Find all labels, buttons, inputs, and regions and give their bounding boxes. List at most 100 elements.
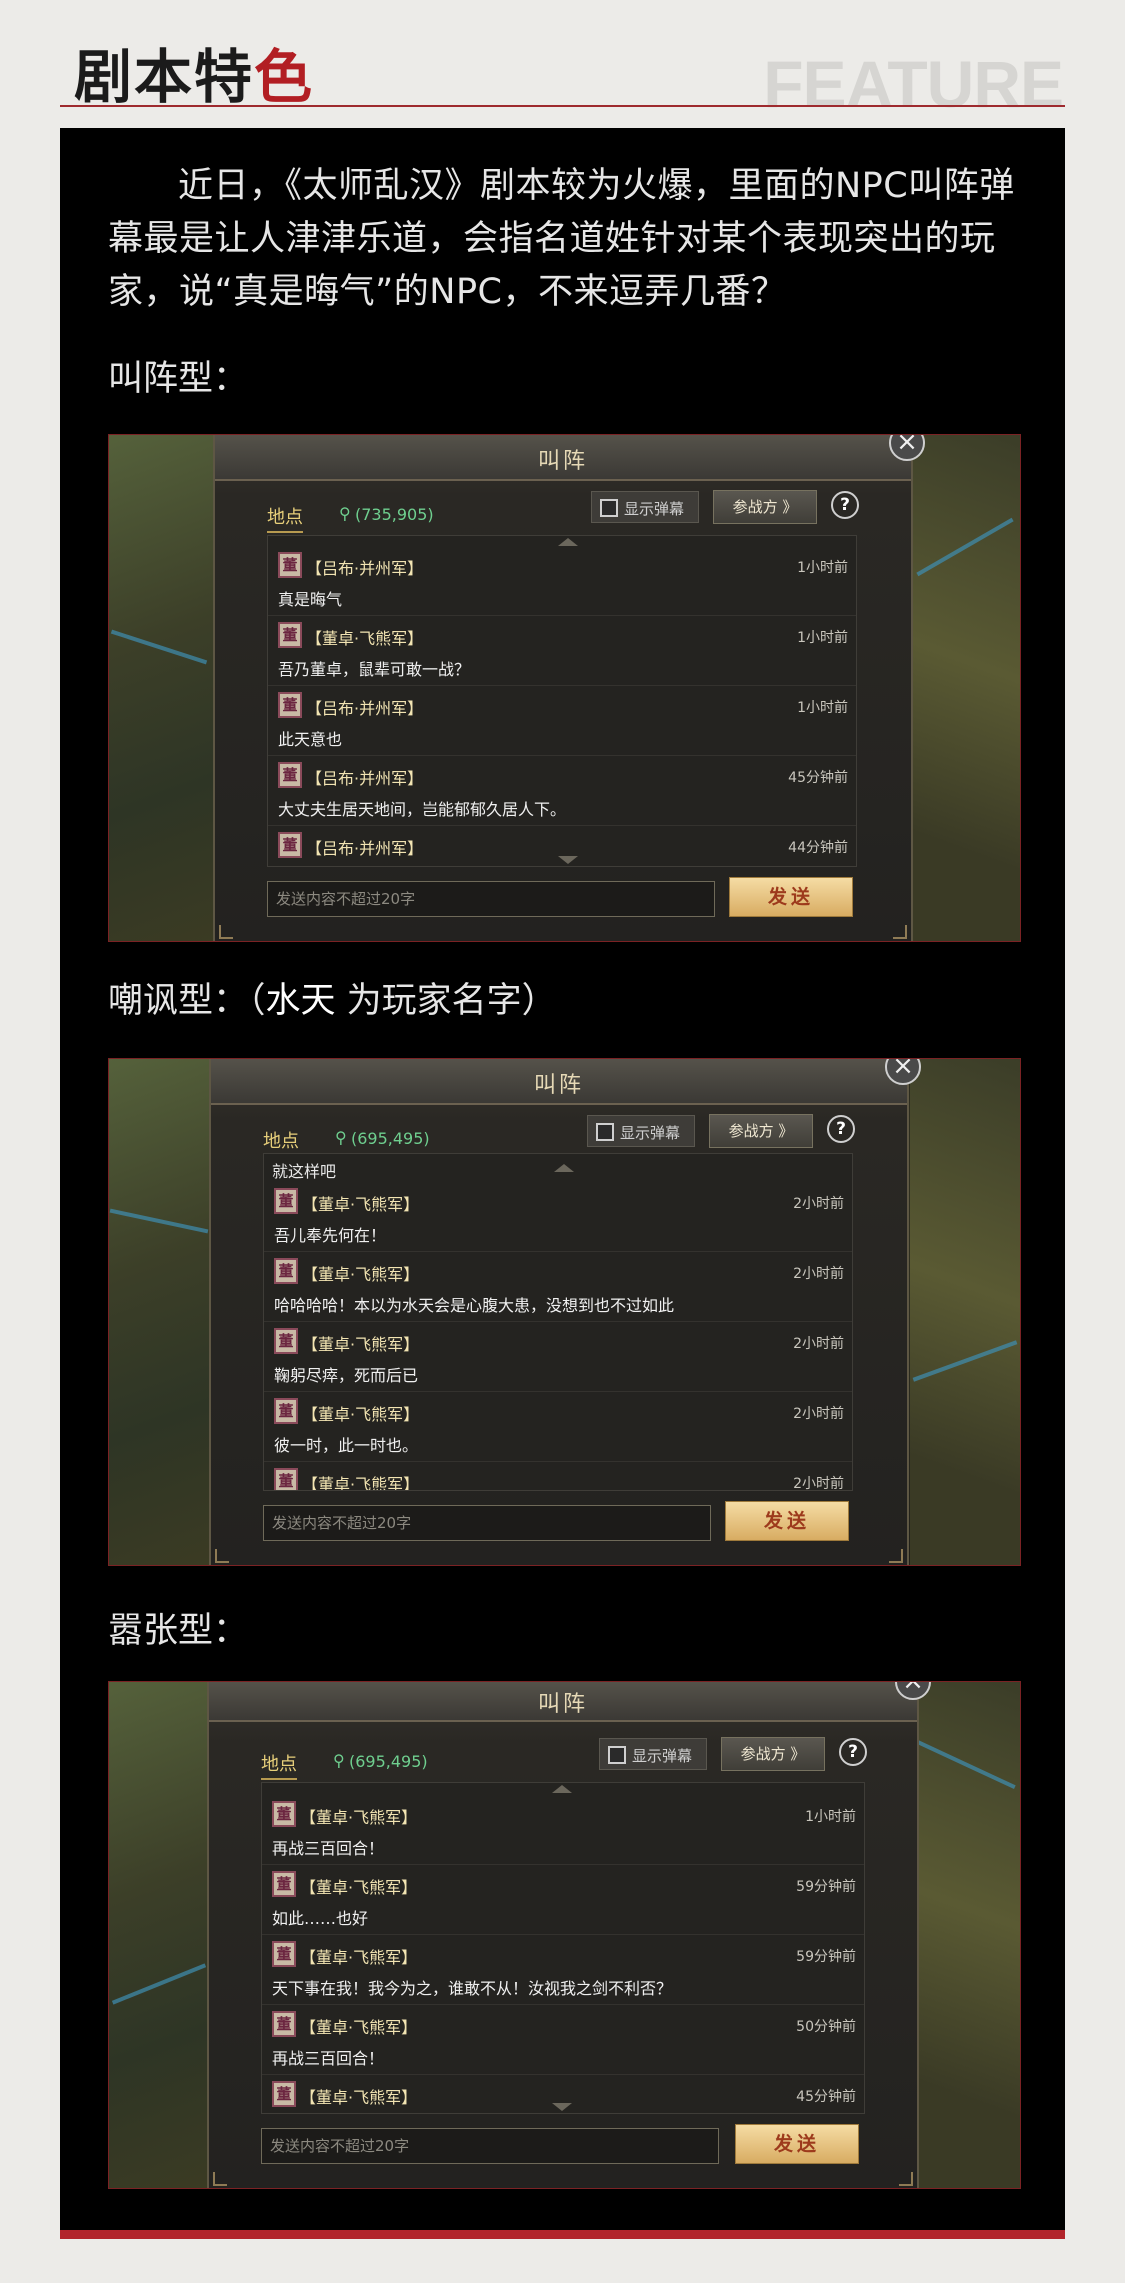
list-item: 董 【董卓·飞熊军】 59分钟前 如此……也好 xyxy=(262,1865,864,1935)
list-item: 董 【吕布·并州军】 1小时前 此天意也 xyxy=(268,686,856,756)
message-sender: 【董卓·飞熊军】 xyxy=(302,1335,420,1354)
location-coords[interactable]: (735,905) xyxy=(355,505,434,524)
page-title: 剧本特色 xyxy=(74,30,314,114)
message-sender: 【吕布·并州军】 xyxy=(306,839,424,858)
avatar: 董 xyxy=(278,832,302,858)
help-button[interactable]: ? xyxy=(827,1115,855,1143)
location-pin-icon: ⚲ xyxy=(333,1751,345,1770)
send-button[interactable]: 发送 xyxy=(735,2124,859,2164)
message-time: 1小时前 xyxy=(797,630,848,646)
show-danmu-toggle[interactable]: 显示弹幕 xyxy=(587,1115,695,1147)
avatar: 董 xyxy=(278,692,302,718)
message-text: 吾乃董卓，鼠辈可敢一战？ xyxy=(278,660,471,679)
corner-ornament xyxy=(889,1549,903,1563)
label-text: 为玩家名字） xyxy=(335,981,557,1021)
avatar: 董 xyxy=(272,1871,296,1897)
challenge-dialog: 叫阵 × 地点 ⚲ (695,495) 显示弹幕 参战方 》 ? 董 【董卓·飞… xyxy=(207,1682,931,2188)
message-list[interactable]: 董 【吕布·并州军】 1小时前 真是晦气 董 【董卓·飞熊军】 1小时前 吾乃董… xyxy=(267,535,857,867)
danmu-label: 显示弹幕 xyxy=(620,1124,681,1142)
message-time: 1小时前 xyxy=(797,700,848,716)
scroll-down-icon[interactable] xyxy=(552,2103,572,2111)
message-sender: 【董卓·飞熊军】 xyxy=(300,2088,418,2107)
scroll-up-icon[interactable] xyxy=(552,1785,572,1793)
message-sender: 【董卓·飞熊军】 xyxy=(300,1878,418,1897)
page-header: 剧本特色 FEATURE xyxy=(60,0,1065,121)
participants-button[interactable]: 参战方 》 xyxy=(709,1114,813,1148)
location-coords[interactable]: (695,495) xyxy=(349,1752,428,1771)
message-text: 如此……也好 xyxy=(272,1909,369,1928)
section-label-challenge: 叫阵型： xyxy=(108,359,249,399)
participants-button[interactable]: 参战方 》 xyxy=(713,490,817,524)
message-input[interactable] xyxy=(261,2128,719,2164)
message-sender: 【吕布·并州军】 xyxy=(306,559,424,578)
show-danmu-toggle[interactable]: 显示弹幕 xyxy=(599,1738,707,1770)
participants-button[interactable]: 参战方 》 xyxy=(721,1737,825,1771)
location-label: 地点 xyxy=(261,1750,297,1780)
message-text: 再战三百回合！ xyxy=(272,1839,385,1858)
message-list[interactable]: 董 【董卓·飞熊军】 1小时前 再战三百回合！ 董 【董卓·飞熊军】 59分钟前… xyxy=(261,1782,865,2114)
screenshot-challenge: 叫阵 × 地点 ⚲ (735,905) 显示弹幕 参战方 》 ? 董 【吕布·并… xyxy=(108,434,1021,942)
dialog-title: 叫阵 xyxy=(537,1692,588,1717)
player-name-highlight: 水天 xyxy=(265,981,336,1021)
screenshot-arrogant: 叫阵 × 地点 ⚲ (695,495) 显示弹幕 参战方 》 ? 董 【董卓·飞… xyxy=(108,1681,1021,2189)
message-text: 此天意也 xyxy=(278,730,343,749)
message-list[interactable]: 就这样吧 董 【董卓·飞熊军】 2小时前 吾儿奉先何在！ 董 【董卓·飞熊军】 … xyxy=(263,1153,853,1491)
message-time: 1小时前 xyxy=(805,1809,856,1825)
list-item: 董 【董卓·飞熊军】 59分钟前 天下事在我！我今为之，谁敢不从！汝视我之剑不利… xyxy=(262,1935,864,2005)
message-time: 45分钟前 xyxy=(796,2089,856,2105)
danmu-checkbox[interactable] xyxy=(600,499,618,517)
dialog-title: 叫阵 xyxy=(537,449,588,474)
avatar: 董 xyxy=(274,1258,298,1284)
message-input-field[interactable] xyxy=(264,1506,710,1540)
scroll-up-icon[interactable] xyxy=(558,538,578,546)
message-time: 50分钟前 xyxy=(796,2019,856,2035)
send-button[interactable]: 发送 xyxy=(725,1501,849,1541)
help-button[interactable]: ? xyxy=(831,491,859,519)
message-sender: 【董卓·飞熊军】 xyxy=(300,1808,418,1827)
location-pin-icon: ⚲ xyxy=(339,504,351,523)
scroll-up-icon[interactable] xyxy=(554,1164,574,1172)
message-sender: 【董卓·飞熊军】 xyxy=(300,2018,418,2037)
screenshot-taunt: 叫阵 × 地点 ⚲ (695,495) 显示弹幕 参战方 》 ? 就这样吧 董 … xyxy=(108,1058,1021,1566)
list-item: 董 【董卓·飞熊军】 1小时前 吾乃董卓，鼠辈可敢一战？ xyxy=(268,616,856,686)
message-sender: 【董卓·飞熊军】 xyxy=(300,1948,418,1967)
danmu-label: 显示弹幕 xyxy=(624,500,685,518)
map-road xyxy=(916,517,1014,577)
dialog-titlebar: 叫阵 xyxy=(209,1682,917,1722)
danmu-checkbox[interactable] xyxy=(608,1746,626,1764)
bottom-accent-bar xyxy=(60,2230,1065,2239)
dialog-titlebar: 叫阵 xyxy=(211,1059,907,1105)
avatar: 董 xyxy=(274,1398,298,1424)
message-input-field[interactable] xyxy=(262,2129,718,2163)
feature-watermark: FEATURE xyxy=(763,47,1064,121)
label-text: 嘲讽型：（ xyxy=(108,981,266,1021)
message-sender: 【董卓·飞熊军】 xyxy=(302,1405,420,1424)
corner-ornament xyxy=(215,1549,229,1563)
dialog-titlebar: 叫阵 xyxy=(215,435,911,481)
message-input-field[interactable] xyxy=(268,882,714,916)
avatar: 董 xyxy=(274,1468,298,1490)
send-button[interactable]: 发送 xyxy=(729,877,853,917)
show-danmu-toggle[interactable]: 显示弹幕 xyxy=(591,491,699,523)
map-road xyxy=(912,1340,1018,1382)
location-coords[interactable]: (695,495) xyxy=(351,1129,430,1148)
list-item: 董 【董卓·飞熊军】 2小时前 彼一时，此一时也。 xyxy=(264,1392,852,1462)
avatar: 董 xyxy=(274,1328,298,1354)
corner-ornament xyxy=(213,2172,227,2186)
message-time: 2小时前 xyxy=(793,1476,844,1491)
message-time: 45分钟前 xyxy=(788,770,848,786)
message-input[interactable] xyxy=(267,881,715,917)
list-item: 董 【董卓·飞熊军】 2小时前 吾儿奉先何在！ xyxy=(264,1182,852,1252)
message-input[interactable] xyxy=(263,1505,711,1541)
list-item: 董 【董卓·飞熊军】 2小时前 哈哈哈哈！本以为水天会是心腹大患，没想到也不过如… xyxy=(264,1252,852,1322)
message-sender: 【董卓·飞熊军】 xyxy=(302,1475,420,1491)
danmu-checkbox[interactable] xyxy=(596,1123,614,1141)
message-sender: 【董卓·飞熊军】 xyxy=(306,629,424,648)
scroll-down-icon[interactable] xyxy=(558,856,578,864)
message-text: 吾儿奉先何在！ xyxy=(274,1226,387,1245)
message-time: 59分钟前 xyxy=(796,1879,856,1895)
message-text: 大丈夫生居天地间，岂能郁郁久居人下。 xyxy=(278,800,567,819)
corner-ornament xyxy=(893,925,907,939)
help-button[interactable]: ? xyxy=(839,1738,867,1766)
list-item: 董 【董卓·飞熊军】 2小时前 鞠躬尽瘁，死而后已 xyxy=(264,1322,852,1392)
